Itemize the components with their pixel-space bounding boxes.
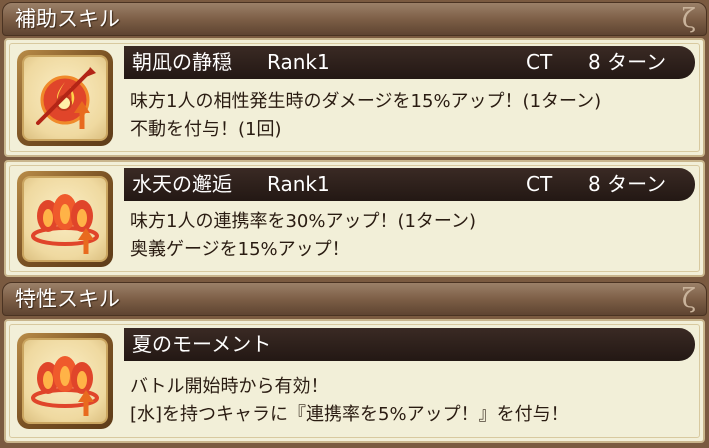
section-header-trait: 特性スキル ζ: [2, 282, 707, 316]
skill-rank: Rank1: [267, 50, 330, 74]
ornament-curl-icon: ζ: [681, 4, 696, 34]
skill-card-2[interactable]: 水天の邂逅 Rank1 CT 8 ターン 味方1人の連携率を30%アップ！(1タ…: [4, 160, 705, 277]
skill-description: バトル開始時から有効！ [水]を持つキャラに『連携率を5%アップ！』を付与！: [130, 373, 693, 429]
skill-description: 味方1人の連携率を30%アップ！(1ターン) 奥義ゲージを15%アップ！: [130, 208, 693, 264]
section-title: 補助スキル: [15, 7, 120, 31]
flame-orbs-arrow-icon: [31, 356, 99, 416]
skill-description: 味方1人の相性発生時のダメージを15%アップ！(1ターン) 不動を付与！(1回): [130, 88, 693, 144]
skill-desc-line-1: 味方1人の相性発生時のダメージを15%アップ！(1ターン): [130, 91, 602, 112]
skill-ct-value: 8 ターン: [588, 50, 667, 74]
skill-desc-line-2: 不動を付与！(1回): [130, 119, 282, 140]
skill-card-3[interactable]: 夏のモーメント バトル開始時から有効！ [水]を持つキャラに『連携率を5%アップ…: [4, 319, 705, 443]
skill-ct-label: CT: [526, 172, 553, 196]
skill-icon-frame: [17, 50, 113, 146]
skill-icon-frame: [17, 171, 113, 267]
skill-ct-label: CT: [526, 50, 553, 74]
skill-title-bar: 水天の邂逅 Rank1 CT 8 ターン: [124, 168, 695, 201]
skill-icon-frame: [17, 333, 113, 429]
skill-desc-line-2: 奥義ゲージを15%アップ！: [130, 239, 350, 260]
skill-desc-line-1: バトル開始時から有効！: [130, 376, 329, 397]
skill-rank: Rank1: [267, 172, 330, 196]
skill-name: 朝凪の静穏: [132, 50, 232, 74]
ornament-curl-icon: ζ: [681, 284, 696, 314]
skill-ct-value: 8 ターン: [588, 172, 667, 196]
section-title: 特性スキル: [15, 287, 120, 311]
skill-desc-line-1: 味方1人の連携率を30%アップ！(1ターン): [130, 211, 477, 232]
skill-title-bar: 朝凪の静穏 Rank1 CT 8 ターン: [124, 46, 695, 79]
skill-title-bar: 夏のモーメント: [124, 328, 695, 361]
fire-sword-arrow-icon: [36, 67, 96, 129]
skill-card-1[interactable]: 朝凪の静穏 Rank1 CT 8 ターン 味方1人の相性発生時のダメージを15%…: [4, 38, 705, 157]
skill-desc-line-2: [水]を持つキャラに『連携率を5%アップ！』を付与！: [130, 404, 569, 425]
section-header-support: 補助スキル ζ: [2, 2, 707, 36]
skill-name: 水天の邂逅: [132, 172, 232, 196]
flame-orbs-arrow-icon: [31, 194, 99, 254]
skill-name: 夏のモーメント: [132, 332, 272, 356]
